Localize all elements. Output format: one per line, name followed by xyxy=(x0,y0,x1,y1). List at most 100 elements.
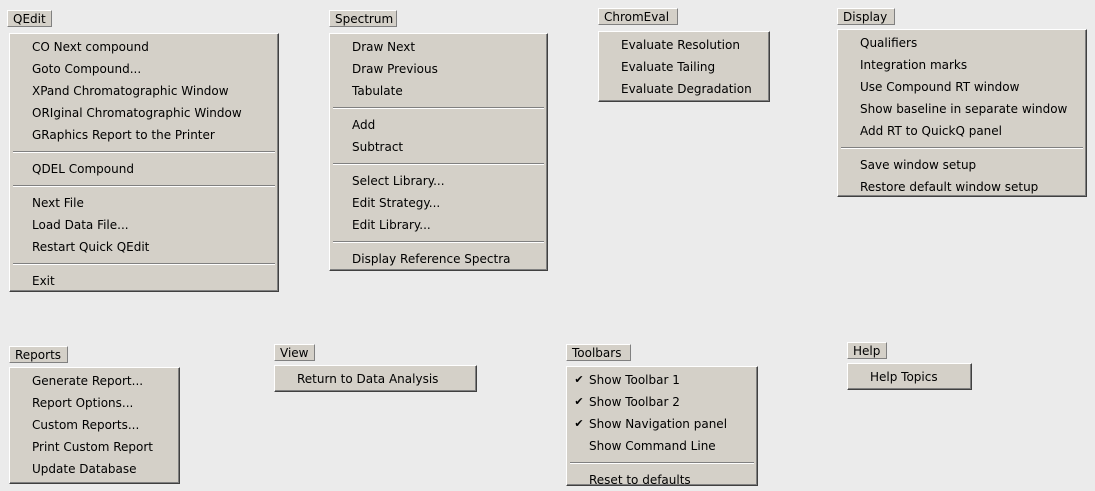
menu-separator xyxy=(333,107,544,109)
menu-item-restore-default-window-setup[interactable]: Restore default window setup xyxy=(840,176,1084,198)
menu-item-report-options[interactable]: Report Options... xyxy=(12,392,177,414)
menu-item-label: ORIginal Chromatographic Window xyxy=(32,106,242,120)
menu-item-exit[interactable]: Exit xyxy=(12,270,276,292)
menu-item-label: Restart Quick QEdit xyxy=(32,240,150,254)
menu-item-label: Draw Previous xyxy=(352,62,438,76)
menu-item-qualifiers[interactable]: Qualifiers xyxy=(840,32,1084,54)
menu-title-spectrum[interactable]: Spectrum xyxy=(329,10,397,27)
menu-item-label: Add xyxy=(352,118,376,132)
menu-item-custom-reports[interactable]: Custom Reports... xyxy=(12,414,177,436)
menu-item-evaluate-resolution[interactable]: Evaluate Resolution xyxy=(601,34,767,56)
menu-item-label: Use Compound RT window xyxy=(860,80,1020,94)
menu-item-label: Next File xyxy=(32,196,84,210)
menu-item-edit-library[interactable]: Edit Library... xyxy=(332,214,545,236)
menu-title-reports[interactable]: Reports xyxy=(9,346,68,363)
menu-item-label: Update Database xyxy=(32,462,137,476)
menu-item-edit-strategy[interactable]: Edit Strategy... xyxy=(332,192,545,214)
menu-view: Return to Data Analysis xyxy=(274,365,477,392)
menu-item-label: GRaphics Report to the Printer xyxy=(32,128,215,142)
menu-item-draw-next[interactable]: Draw Next xyxy=(332,36,545,58)
menu-item-label: Display Reference Spectra xyxy=(352,252,511,266)
menu-item-label: Show baseline in separate window xyxy=(860,102,1068,116)
menu-item-label: Evaluate Degradation xyxy=(621,82,752,96)
menu-item-label: Report Options... xyxy=(32,396,134,410)
menu-item-qdel-compound[interactable]: QDEL Compound xyxy=(12,158,276,180)
menu-title-view[interactable]: View xyxy=(274,344,315,361)
menu-item-label: Print Custom Report xyxy=(32,440,153,454)
menu-separator xyxy=(13,185,275,187)
menu-item-draw-previous[interactable]: Draw Previous xyxy=(332,58,545,80)
menu-item-load-data-file[interactable]: Load Data File... xyxy=(12,214,276,236)
menu-item-print-custom-report[interactable]: Print Custom Report xyxy=(12,436,177,458)
menu-item-label: Tabulate xyxy=(352,84,403,98)
menu-title-display[interactable]: Display xyxy=(837,8,895,25)
menu-item-label: Evaluate Tailing xyxy=(621,60,716,74)
menu-separator xyxy=(333,163,544,165)
menu-item-next-file[interactable]: Next File xyxy=(12,192,276,214)
menu-item-label: Restore default window setup xyxy=(860,180,1039,194)
menu-chromeval: Evaluate Resolution Evaluate Tailing Evalu… xyxy=(598,31,770,102)
menu-item-label: Custom Reports... xyxy=(32,418,140,432)
menu-item-label: Draw Next xyxy=(352,40,416,54)
menu-item-label: Subtract xyxy=(352,140,404,154)
menu-item-use-compound-rt-window[interactable]: Use Compound RT window xyxy=(840,76,1084,98)
menu-help: Help Topics xyxy=(847,363,972,390)
menu-item-label: Goto Compound... xyxy=(32,62,142,76)
menu-item-label: Evaluate Resolution xyxy=(621,38,740,52)
menu-item-show-command-line[interactable]: Show Command Line xyxy=(569,435,755,457)
menu-title-qedit[interactable]: QEdit xyxy=(7,10,52,27)
menu-qedit: CO Next compound Goto Compound... XPand Ch… xyxy=(9,33,279,292)
menu-item-select-library[interactable]: Select Library... xyxy=(332,170,545,192)
menu-item-label: Add RT to QuickQ panel xyxy=(860,124,1003,138)
menu-item-label: Exit xyxy=(32,274,55,288)
menu-item-return-to-data-analysis[interactable]: Return to Data Analysis xyxy=(277,368,474,390)
menu-item-goto-compound[interactable]: Goto Compound... xyxy=(12,58,276,80)
menu-separator xyxy=(13,263,275,265)
menu-item-generate-report[interactable]: Generate Report... xyxy=(12,370,177,392)
menu-separator xyxy=(333,241,544,243)
menu-item-label: QDEL Compound xyxy=(32,162,134,176)
menu-display: Qualifiers Integration marks Use Compound … xyxy=(837,29,1087,197)
menu-item-label: Qualifiers xyxy=(860,36,918,50)
menu-item-help-topics[interactable]: Help Topics xyxy=(850,366,969,388)
menu-item-label: XPand Chromatographic Window xyxy=(32,84,229,98)
menu-item-label: Show Command Line xyxy=(589,439,716,453)
menu-item-graphics-report-to-the-printer[interactable]: GRaphics Report to the Printer xyxy=(12,124,276,146)
menu-separator xyxy=(841,147,1083,149)
menu-separator xyxy=(13,151,275,153)
menu-item-label: Show Toolbar 2 xyxy=(589,395,680,409)
menu-item-xpand-chromatographic-window[interactable]: XPand Chromatographic Window xyxy=(12,80,276,102)
menu-item-tabulate[interactable]: Tabulate xyxy=(332,80,545,102)
menu-item-label: Generate Report... xyxy=(32,374,144,388)
checkmark-icon: ✔ xyxy=(574,417,584,430)
menu-item-subtract[interactable]: Subtract xyxy=(332,136,545,158)
menu-item-show-toolbar-1[interactable]: ✔ Show Toolbar 1 xyxy=(569,369,755,391)
menu-reports: Generate Report... Report Options... Custo… xyxy=(9,367,180,484)
menu-item-label: Edit Strategy... xyxy=(352,196,441,210)
menu-item-label: Help Topics xyxy=(870,370,938,384)
menu-item-label: Save window setup xyxy=(860,158,977,172)
menu-item-display-reference-spectra[interactable]: Display Reference Spectra xyxy=(332,248,545,270)
menu-item-show-baseline-in-separate-window[interactable]: Show baseline in separate window xyxy=(840,98,1084,120)
menu-item-reset-to-defaults[interactable]: Reset to defaults xyxy=(569,469,755,491)
menu-item-evaluate-tailing[interactable]: Evaluate Tailing xyxy=(601,56,767,78)
menu-item-show-toolbar-2[interactable]: ✔ Show Toolbar 2 xyxy=(569,391,755,413)
menu-item-add[interactable]: Add xyxy=(332,114,545,136)
menu-item-integration-marks[interactable]: Integration marks xyxy=(840,54,1084,76)
menu-separator xyxy=(570,462,754,464)
menu-item-evaluate-degradation[interactable]: Evaluate Degradation xyxy=(601,78,767,100)
menu-item-update-database[interactable]: Update Database xyxy=(12,458,177,480)
menu-item-save-window-setup[interactable]: Save window setup xyxy=(840,154,1084,176)
menu-item-label: Select Library... xyxy=(352,174,445,188)
menu-item-label: Load Data File... xyxy=(32,218,129,232)
menu-item-original-chromatographic-window[interactable]: ORIginal Chromatographic Window xyxy=(12,102,276,124)
menu-item-restart-quick-qedit[interactable]: Restart Quick QEdit xyxy=(12,236,276,258)
menu-title-toolbars[interactable]: Toolbars xyxy=(566,344,631,361)
menu-title-help[interactable]: Help xyxy=(847,342,887,359)
menu-item-add-rt-to-quickq-panel[interactable]: Add RT to QuickQ panel xyxy=(840,120,1084,142)
menu-item-label: CO Next compound xyxy=(32,40,149,54)
menu-title-chromeval[interactable]: ChromEval xyxy=(598,8,678,25)
menu-item-show-navigation-panel[interactable]: ✔ Show Navigation panel xyxy=(569,413,755,435)
menu-item-co-next-compound[interactable]: CO Next compound xyxy=(12,36,276,58)
menu-toolbars: ✔ Show Toolbar 1 ✔ Show Toolbar 2 ✔ Show Navi… xyxy=(566,366,758,487)
